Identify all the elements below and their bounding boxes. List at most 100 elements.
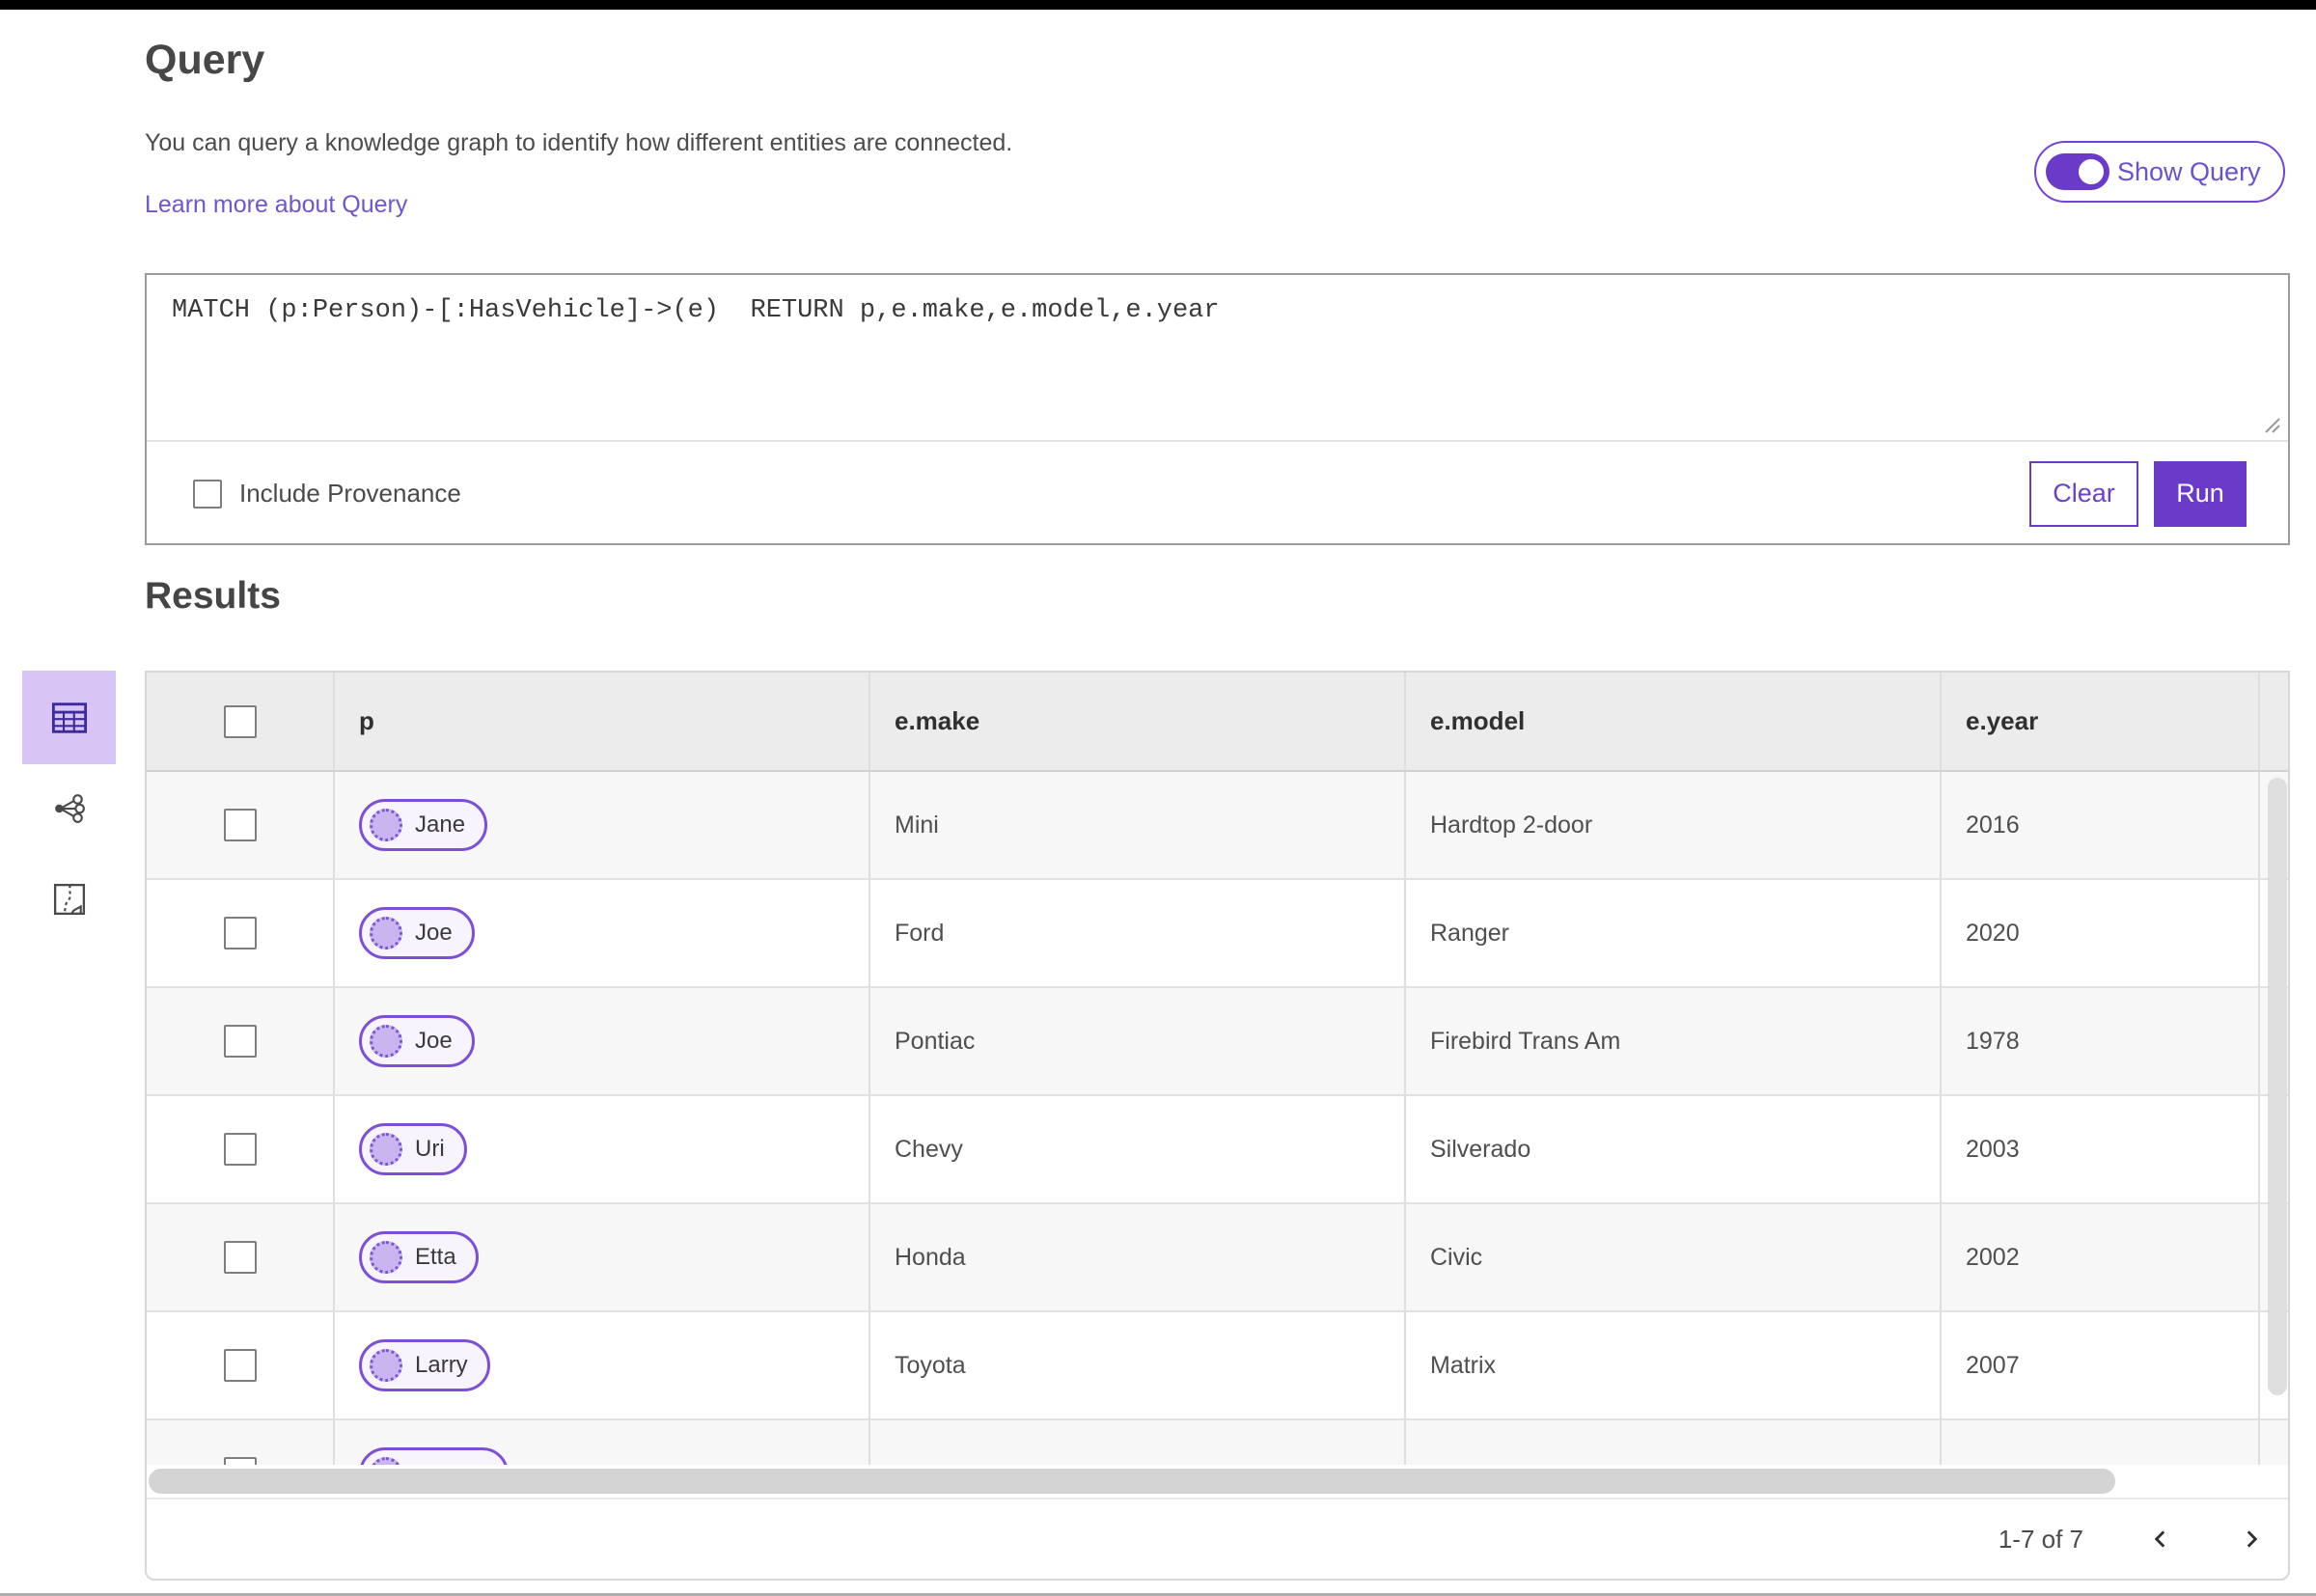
learn-more-link[interactable]: Learn more about Query <box>145 191 407 219</box>
table-viewport: p e.make e.model e.year Jane Mini Hardtop 2-d… <box>147 673 2288 1465</box>
column-header: p <box>335 673 870 770</box>
query-description: You can query a knowledge graph to ident… <box>145 129 1013 156</box>
entity-pill[interactable]: Uri <box>359 1123 467 1175</box>
show-query-toggle[interactable]: Show Query <box>2034 141 2285 203</box>
row-checkbox[interactable] <box>223 1349 257 1382</box>
row-checkbox[interactable] <box>223 809 257 841</box>
entity-node-icon <box>370 917 402 949</box>
entity-cell <box>335 1420 870 1465</box>
value-cell <box>1406 1420 1942 1465</box>
column-header: e.model <box>1406 673 1942 770</box>
top-black-bar <box>0 0 2316 10</box>
value-cell: 1978 <box>1942 988 2260 1094</box>
map-view-button[interactable] <box>41 870 98 928</box>
link-chart-view-icon <box>55 794 85 823</box>
entity-node-icon <box>370 1349 402 1382</box>
entity-node-icon <box>370 1457 402 1465</box>
column-header-empty <box>2260 673 2288 770</box>
toggle-switch-icon[interactable] <box>2046 153 2109 190</box>
table-header-row: p e.make e.model e.year <box>147 673 2288 772</box>
entity-name: Jane <box>415 812 466 838</box>
value-cell: Ranger <box>1406 880 1942 986</box>
row-select-cell <box>147 1204 335 1310</box>
toggle-knob <box>2076 156 2107 187</box>
value-cell: Pontiac <box>870 988 1406 1094</box>
entity-pill[interactable]: Joe <box>359 1015 475 1067</box>
value-cell: 2002 <box>1942 1204 2260 1310</box>
value-cell: Mini <box>870 772 1406 878</box>
results-table-card: p e.make e.model e.year Jane Mini Hardtop 2-d… <box>145 671 2290 1581</box>
page-title: Query <box>145 37 265 83</box>
row-checkbox[interactable] <box>223 1241 257 1274</box>
value-cell <box>1942 1420 2260 1465</box>
entity-cell: Joe <box>335 880 870 986</box>
entity-name: Larry <box>415 1352 468 1378</box>
entity-cell: Uri <box>335 1096 870 1202</box>
horizontal-scrollbar-thumb[interactable] <box>149 1469 2115 1494</box>
row-select-cell <box>147 1312 335 1418</box>
chevron-right-icon <box>2247 1530 2258 1548</box>
horizontal-scrollbar <box>147 1465 2288 1498</box>
vertical-scrollbar-thumb[interactable] <box>2268 778 2287 1395</box>
entity-pill[interactable]: Etta <box>359 1231 479 1283</box>
pagination-bar: 1-7 of 7 <box>147 1498 2288 1579</box>
empty-cell <box>2260 1420 2288 1465</box>
value-cell: Firebird Trans Am <box>1406 988 1942 1094</box>
value-cell: Matrix <box>1406 1312 1942 1418</box>
entity-pill[interactable]: Jane <box>359 799 488 851</box>
query-input[interactable]: MATCH (p:Person)-[:HasVehicle]->(e) RETU… <box>147 275 2288 442</box>
entity-node-icon <box>370 1025 402 1058</box>
row-select-cell <box>147 880 335 986</box>
value-cell: 2003 <box>1942 1096 2260 1202</box>
query-buttons: Clear Run <box>2029 460 2247 527</box>
entity-name: Joe <box>415 1028 453 1054</box>
value-cell: Honda <box>870 1204 1406 1310</box>
entity-name: Uri <box>415 1136 445 1162</box>
table-row <box>147 1420 2288 1465</box>
link-chart-view-button[interactable] <box>41 780 98 838</box>
entity-pill[interactable] <box>359 1447 509 1465</box>
entity-name: Etta <box>415 1244 456 1270</box>
row-checkbox[interactable] <box>223 917 257 949</box>
pagination-range-label: 1-7 of 7 <box>1998 1524 2083 1554</box>
column-header: e.make <box>870 673 1406 770</box>
value-cell: Silverado <box>1406 1096 1942 1202</box>
entity-pill[interactable]: Joe <box>359 907 475 959</box>
include-provenance-row[interactable]: Include Provenance <box>193 479 461 509</box>
entity-pill[interactable]: Larry <box>359 1339 490 1391</box>
entity-node-icon <box>370 1241 402 1274</box>
value-cell: Toyota <box>870 1312 1406 1418</box>
value-cell: Chevy <box>870 1096 1406 1202</box>
row-select-cell <box>147 988 335 1094</box>
table-row: Etta Honda Civic 2002 <box>147 1204 2288 1312</box>
resize-handle-icon[interactable] <box>2260 413 2283 436</box>
value-cell: Hardtop 2-door <box>1406 772 1942 878</box>
row-checkbox[interactable] <box>223 1457 257 1465</box>
row-checkbox[interactable] <box>223 1025 257 1058</box>
row-checkbox[interactable] <box>223 1133 257 1166</box>
row-select-cell <box>147 772 335 878</box>
value-cell: Ford <box>870 880 1406 986</box>
entity-cell: Larry <box>335 1312 870 1418</box>
table-view-button[interactable] <box>22 671 116 764</box>
show-query-label: Show Query <box>2117 156 2261 186</box>
table-view-icon <box>51 702 87 733</box>
map-view-icon <box>53 883 86 916</box>
column-header: e.year <box>1942 673 2260 770</box>
select-all-checkbox[interactable] <box>223 704 257 738</box>
previous-page-button[interactable] <box>2147 1526 2174 1553</box>
entity-node-icon <box>370 809 402 841</box>
include-provenance-checkbox[interactable] <box>193 479 222 509</box>
next-page-button[interactable] <box>2238 1526 2265 1553</box>
value-cell: 2016 <box>1942 772 2260 878</box>
run-button[interactable]: Run <box>2154 460 2247 527</box>
page: Query You can query a knowledge graph to… <box>0 0 2316 1596</box>
clear-button[interactable]: Clear <box>2029 460 2138 527</box>
value-cell: 2020 <box>1942 880 2260 986</box>
entity-node-icon <box>370 1133 402 1166</box>
value-cell <box>870 1420 1406 1465</box>
include-provenance-label: Include Provenance <box>239 479 461 508</box>
value-cell: Civic <box>1406 1204 1942 1310</box>
value-cell: 2007 <box>1942 1312 2260 1418</box>
select-all-header-cell <box>147 673 335 770</box>
